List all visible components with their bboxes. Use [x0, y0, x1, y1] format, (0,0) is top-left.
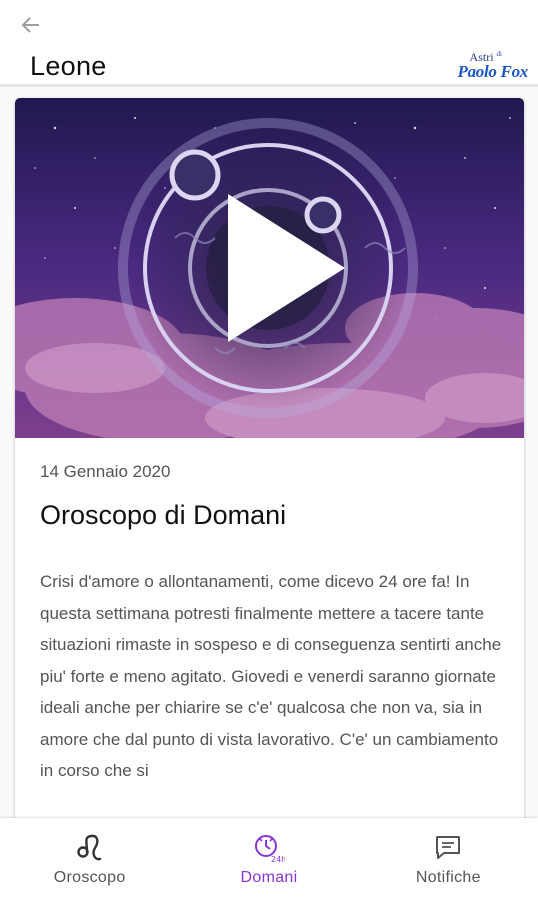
message-icon — [436, 836, 461, 859]
nav-label-oroscopo: Oroscopo — [53, 869, 126, 886]
leo-icon — [76, 834, 101, 861]
back-button[interactable] — [14, 10, 48, 40]
horoscope-title: Oroscopo di Domani — [40, 500, 287, 530]
nav-item-oroscopo[interactable]: Oroscopo — [0, 818, 179, 900]
night-sky-image — [15, 98, 524, 453]
horoscope-card: 14 Gennaio 2020 Oroscopo di Domani Crisi… — [15, 98, 524, 858]
video-thumbnail[interactable] — [15, 98, 524, 453]
nav-label-domani: Domani — [240, 869, 298, 886]
nav-label-notifiche: Notifiche — [415, 869, 481, 886]
horoscope-body: Crisi d'amore o allontanamenti, come dic… — [40, 572, 502, 780]
horoscope-date: 14 Gennaio 2020 — [40, 462, 171, 481]
svg-text:24h: 24h — [271, 855, 285, 864]
header-divider — [0, 84, 538, 87]
paolo-fox-logo: Astri di Paolo Fox — [450, 50, 529, 82]
nav-item-notifiche[interactable]: Notifiche — [359, 818, 538, 900]
logo-line2: Paolo Fox — [457, 62, 529, 81]
clock-24h-icon: 24h — [254, 835, 285, 864]
nav-item-domani[interactable]: 24h Domani — [179, 818, 358, 900]
arrow-left-icon — [21, 17, 39, 33]
app-bar: Leone Astri di Paolo Fox — [0, 0, 538, 87]
bottom-navigation: Oroscopo 24h Domani Notifiche — [0, 818, 538, 900]
page-title: Leone — [30, 51, 107, 81]
